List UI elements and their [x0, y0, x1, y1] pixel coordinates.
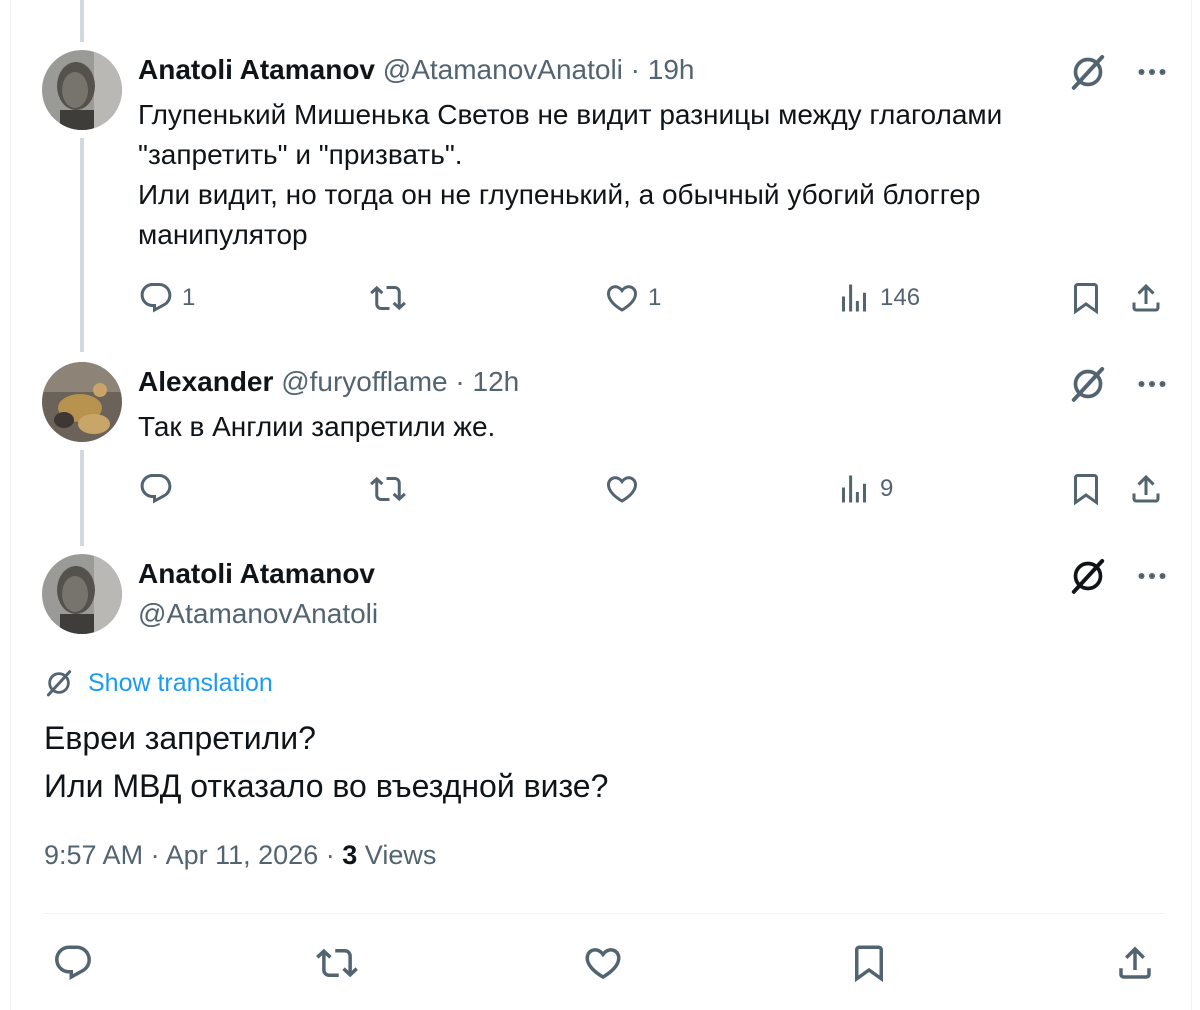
more-icon[interactable] — [1134, 558, 1170, 594]
thread-page: Anatoli Atamanov @AtamanovAnatoli · 19h … — [0, 0, 1200, 1010]
share-icon — [1128, 280, 1164, 316]
tweet-time[interactable]: 9:57 AM — [44, 840, 143, 870]
retweet-icon — [370, 471, 406, 507]
frame-border-right — [1191, 0, 1192, 1010]
reply-icon[interactable] — [52, 942, 94, 984]
timestamp[interactable]: 12h — [473, 366, 520, 397]
separator-dot: · — [455, 366, 465, 397]
separator-dot: · — [630, 54, 640, 85]
reply-button[interactable]: 1 — [138, 276, 195, 320]
author-name[interactable]: Alexander — [138, 366, 273, 397]
author-handle[interactable]: @AtamanovAnatoli — [383, 54, 623, 85]
retweet-icon[interactable] — [316, 942, 358, 984]
bookmark-icon[interactable] — [848, 942, 890, 984]
grok-icon[interactable] — [1068, 556, 1108, 596]
author-handle[interactable]: @furyofflame — [281, 366, 447, 397]
views-icon — [836, 471, 872, 507]
tweet-text-line: Так в Англии запретили же. — [138, 411, 496, 442]
reply-icon — [138, 280, 174, 316]
show-translation-label: Show translation — [88, 668, 273, 697]
tweet-top-icons — [1068, 52, 1170, 92]
tweet-text: Так в Англии запретили же. — [138, 407, 1098, 447]
grok-icon[interactable] — [1068, 52, 1108, 92]
tweet-text-line: Или МВД отказало во въездной визе? — [44, 768, 609, 804]
tweet-text-line: Евреи запретили? — [44, 720, 316, 756]
reply-button[interactable] — [138, 467, 182, 511]
author-handle[interactable]: @AtamanovAnatoli — [138, 596, 378, 632]
translate-icon — [44, 668, 74, 698]
tweet-top-icons — [1068, 556, 1170, 596]
more-icon[interactable] — [1134, 366, 1170, 402]
action-bar: 1 1 146 — [138, 276, 1168, 320]
thread-connector-top — [80, 0, 84, 42]
timestamp[interactable]: 19h — [648, 54, 695, 85]
share-button[interactable] — [1128, 467, 1164, 511]
view-count: 146 — [880, 284, 921, 311]
divider — [44, 913, 1164, 914]
thread-connector — [80, 138, 84, 352]
bookmark-icon — [1068, 280, 1104, 316]
heart-icon — [604, 280, 640, 316]
like-button[interactable]: 1 — [604, 276, 661, 320]
views-count: 3 — [342, 840, 358, 870]
tweet-top-icons — [1068, 364, 1170, 404]
tweet-text-line: "запретить" и "призвать". — [138, 139, 463, 170]
views-button[interactable]: 146 — [836, 276, 920, 320]
bookmark-icon — [1068, 471, 1104, 507]
tweet-text: Глупенький Мишенька Светов не видит разн… — [138, 95, 1098, 255]
separator-dot: · — [150, 840, 160, 870]
separator-dot: · — [325, 840, 335, 870]
tweet-date[interactable]: Apr 11, 2026 — [166, 840, 319, 870]
author-name[interactable]: Anatoli Atamanov — [138, 556, 375, 592]
author-name[interactable]: Anatoli Atamanov — [138, 54, 375, 85]
avatar[interactable] — [42, 554, 122, 634]
view-count: 9 — [880, 475, 894, 502]
share-icon[interactable] — [1114, 942, 1156, 984]
tweet-text: Евреи запретили? Или МВД отказало во въе… — [44, 714, 608, 810]
retweet-button[interactable] — [370, 467, 406, 511]
grok-icon[interactable] — [1068, 364, 1108, 404]
views-label: Views — [364, 840, 437, 870]
avatar[interactable] — [42, 362, 122, 442]
heart-icon — [604, 471, 640, 507]
like-button[interactable] — [604, 467, 648, 511]
tweet-text-line: Глупенький Мишенька Светов не видит разн… — [138, 99, 1003, 130]
tweet-header: Alexander @furyofflame · 12h — [138, 364, 519, 400]
bookmark-button[interactable] — [1068, 276, 1104, 320]
views-button[interactable]: 9 — [836, 467, 893, 511]
tweet-header: Anatoli Atamanov @AtamanovAnatoli · 19h — [138, 52, 695, 88]
bookmark-button[interactable] — [1068, 467, 1104, 511]
views-icon — [836, 280, 872, 316]
share-icon — [1128, 471, 1164, 507]
retweet-icon — [370, 280, 406, 316]
more-icon[interactable] — [1134, 54, 1170, 90]
tweet-meta: 9:57 AM · Apr 11, 2026 · 3 Views — [44, 840, 436, 871]
tweet-text-line: Или видит, но тогда он не глупенький, а … — [138, 179, 981, 210]
frame-border-left — [10, 0, 11, 1010]
avatar[interactable] — [42, 50, 122, 130]
tweet-text-line: манипулятор — [138, 219, 308, 250]
share-button[interactable] — [1128, 276, 1164, 320]
like-count: 1 — [648, 284, 662, 311]
action-bar: 9 — [138, 467, 1168, 511]
reply-icon — [138, 471, 174, 507]
retweet-button[interactable] — [370, 276, 406, 320]
thread-connector — [80, 450, 84, 546]
reply-count: 1 — [182, 284, 196, 311]
heart-icon[interactable] — [582, 942, 624, 984]
show-translation-link[interactable]: Show translation — [44, 668, 273, 698]
